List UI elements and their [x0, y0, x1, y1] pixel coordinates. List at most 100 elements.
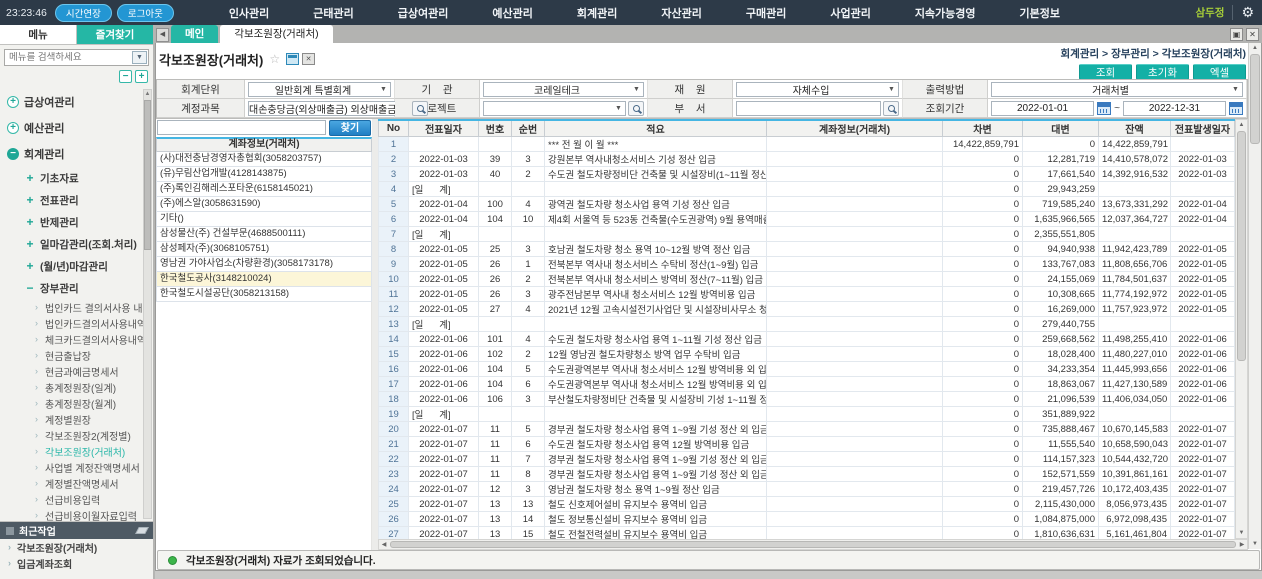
- table-row[interactable]: 112022-01-05263광주전남본부 역사내 청소서비스 12월 방역비용…: [379, 287, 1235, 302]
- calendar-icon[interactable]: [1097, 102, 1111, 115]
- sidebar-tree-item[interactable]: ›체크카드결의서사용내역: [0, 331, 153, 347]
- table-row[interactable]: 62022-01-0410410제4회 서울역 등 523동 건축물(수도권광역…: [379, 212, 1235, 227]
- scroll-right-icon[interactable]: ▶: [1237, 540, 1247, 550]
- account-list-item[interactable]: 삼성페자(주)(3068105751): [156, 242, 372, 257]
- tab-current[interactable]: 각보조원장(거래처): [220, 25, 332, 43]
- sidebar-tab-favorites[interactable]: 즐겨찾기: [77, 25, 153, 44]
- topbar-menu-item[interactable]: 급상여관리: [398, 5, 449, 21]
- scroll-up-icon[interactable]: ▲: [144, 90, 151, 99]
- table-row[interactable]: 22022-01-03393강원본부 역사내청소서비스 기성 정산 입금012,…: [379, 152, 1235, 167]
- capture-icon[interactable]: ✕: [302, 53, 315, 65]
- period-from-input[interactable]: 2022-01-01: [991, 101, 1094, 116]
- search-button[interactable]: 조회: [1079, 64, 1132, 80]
- sidebar-tree-item[interactable]: −회계관리: [0, 141, 153, 167]
- popup-window-icon[interactable]: [286, 53, 299, 65]
- sidebar-tree-item[interactable]: ›법인카드결의서사용내역2: [0, 315, 153, 331]
- table-row[interactable]: 202022-01-07115경부권 철도차량 청소사업 용역 1~9월 기성 …: [379, 422, 1235, 437]
- scrollbar-thumb[interactable]: [1250, 54, 1260, 144]
- table-row[interactable]: 142022-01-061014수도권 철도차량 청소사업 용역 1~11월 기…: [379, 332, 1235, 347]
- account-list-item[interactable]: (주)록인김해레스포타운(6158145021): [156, 182, 372, 197]
- account-search-input[interactable]: [157, 120, 326, 135]
- sidebar-tab-menu[interactable]: 메뉴: [0, 25, 77, 44]
- table-row[interactable]: 102022-01-05262전북본부 역사내 청소서비스 방역비 정산(7~1…: [379, 272, 1235, 287]
- sidebar-tree-item[interactable]: ›현금과예금명세서: [0, 363, 153, 379]
- table-row[interactable]: 152022-01-06102212월 영남권 철도차량청소 방역 업무 수탁비…: [379, 347, 1235, 362]
- search-icon[interactable]: [628, 101, 644, 116]
- chevron-down-icon[interactable]: ▼: [132, 51, 147, 64]
- calendar-icon[interactable]: [1229, 102, 1243, 115]
- tree-toggle-icon[interactable]: +: [7, 96, 19, 108]
- leaf-arrow-icon[interactable]: ›: [33, 398, 40, 408]
- table-row[interactable]: 162022-01-061045수도권광역본부 역사내 청소서비스 12월 방역…: [379, 362, 1235, 377]
- sidebar-tree-item[interactable]: +반제관리: [0, 211, 153, 233]
- tree-toggle-icon[interactable]: −: [7, 148, 19, 160]
- sidebar-scrollbar[interactable]: ▲: [143, 89, 152, 519]
- scroll-up-icon[interactable]: ▲: [1236, 120, 1247, 130]
- tree-toggle-icon[interactable]: +: [25, 259, 35, 273]
- table-row[interactable]: 222022-01-07117경부권 철도차량 청소사업 용역 1~9월 기성 …: [379, 452, 1235, 467]
- topbar-menu-item[interactable]: 예산관리: [492, 5, 532, 21]
- tree-toggle-icon[interactable]: +: [25, 193, 35, 207]
- scroll-down-icon[interactable]: ▼: [1236, 528, 1247, 538]
- accounting-unit-select[interactable]: 일반회계 특별회계▼: [248, 82, 391, 97]
- sidebar-tree-item[interactable]: ›총계정원장(일계): [0, 379, 153, 395]
- sidebar-tree-item[interactable]: +일마감관리(조회.처리): [0, 233, 153, 255]
- sidebar-tree-item[interactable]: ›현금출납장: [0, 347, 153, 363]
- sidebar-tree-item[interactable]: +급상여관리: [0, 89, 153, 115]
- menu-search-input[interactable]: [5, 52, 132, 63]
- leaf-arrow-icon[interactable]: ›: [33, 478, 40, 488]
- logout-button[interactable]: 로그아웃: [117, 4, 174, 22]
- topbar-menu-item[interactable]: 자산관리: [661, 5, 701, 21]
- column-header[interactable]: 순번: [512, 120, 545, 137]
- leaf-arrow-icon[interactable]: ›: [33, 510, 40, 520]
- restore-window-icon[interactable]: ▣: [1230, 28, 1243, 41]
- reset-button[interactable]: 초기화: [1136, 64, 1189, 80]
- column-header[interactable]: 번호: [479, 120, 512, 137]
- leaf-arrow-icon[interactable]: ›: [33, 350, 40, 360]
- tree-toggle-icon[interactable]: −: [25, 281, 35, 295]
- search-icon[interactable]: [412, 101, 428, 116]
- scrollbar-thumb[interactable]: [390, 541, 1236, 548]
- scroll-left-icon[interactable]: ◀: [379, 540, 389, 550]
- column-header[interactable]: 대변: [1023, 120, 1099, 137]
- table-row[interactable]: 52022-01-041004광역권 철도차량 청소사업 용역 기성 정산 입금…: [379, 197, 1235, 212]
- sidebar-tree-item[interactable]: ›각보조원장(거래처): [0, 443, 153, 459]
- table-row[interactable]: 4[일 계]029,943,259: [379, 182, 1235, 197]
- column-header[interactable]: 계좌정보(거래처): [767, 120, 943, 137]
- column-header[interactable]: 전표발생일자: [1171, 120, 1235, 137]
- account-list-item[interactable]: 한국철도시설공단(3058213158): [156, 287, 372, 302]
- scroll-up-icon[interactable]: ▲: [1249, 43, 1261, 53]
- sidebar-tree-item[interactable]: ›총계정원장(월계): [0, 395, 153, 411]
- table-row[interactable]: 82022-01-05253호남권 철도차량 청소 용역 10~12월 방역 정…: [379, 242, 1235, 257]
- topbar-menu-item[interactable]: 지속가능경영: [915, 5, 976, 21]
- leaf-arrow-icon[interactable]: ›: [33, 302, 40, 312]
- leaf-arrow-icon[interactable]: ›: [33, 334, 40, 344]
- column-header[interactable]: 전표일자: [409, 120, 479, 137]
- sidebar-tree-item[interactable]: +기초자료: [0, 167, 153, 189]
- table-row[interactable]: 32022-01-03402수도권 철도차량정비단 건축물 및 시설장비(1~1…: [379, 167, 1235, 182]
- tree-toggle-icon[interactable]: +: [25, 237, 35, 251]
- column-header[interactable]: No: [379, 120, 409, 137]
- table-row[interactable]: 232022-01-07118경부권 철도차량 청소사업 용역 1~9월 기성 …: [379, 467, 1235, 482]
- leaf-arrow-icon[interactable]: ›: [33, 462, 40, 472]
- sidebar-tree-item[interactable]: ›법인카드 결의서사용 내역: [0, 299, 153, 315]
- scrollbar-thumb[interactable]: [1237, 131, 1246, 361]
- tree-toggle-icon[interactable]: +: [25, 171, 35, 185]
- recent-item[interactable]: ›입금계좌조회: [0, 555, 153, 571]
- search-icon[interactable]: [883, 101, 899, 116]
- topbar-menu-item[interactable]: 구매관리: [746, 5, 786, 21]
- collapse-all-button[interactable]: −: [119, 70, 132, 83]
- sidebar-tree-item[interactable]: −장부관리: [0, 277, 153, 299]
- table-row[interactable]: 242022-01-07123영남권 철도차량 청소 용역 1~9월 정산 입금…: [379, 482, 1235, 497]
- table-row[interactable]: 212022-01-07116수도권 철도차량 청소사업 용역 12월 방역비용…: [379, 437, 1235, 452]
- leaf-arrow-icon[interactable]: ›: [33, 414, 40, 424]
- tree-toggle-icon[interactable]: +: [7, 122, 19, 134]
- sidebar-tree-item[interactable]: +(월/년)마감관리: [0, 255, 153, 277]
- expand-all-button[interactable]: +: [135, 70, 148, 83]
- excel-button[interactable]: 엑셀: [1193, 64, 1246, 80]
- account-list-item[interactable]: (사)대전충남경영자총협회(3058203757): [156, 152, 372, 167]
- gear-icon[interactable]: ⚙: [1241, 4, 1254, 21]
- sidebar-tree-item[interactable]: ›선급비용이월자료입력: [0, 507, 153, 521]
- sidebar-tree-item[interactable]: ›각보조원장2(계정별): [0, 427, 153, 443]
- topbar-menu-item[interactable]: 인사관리: [229, 5, 269, 21]
